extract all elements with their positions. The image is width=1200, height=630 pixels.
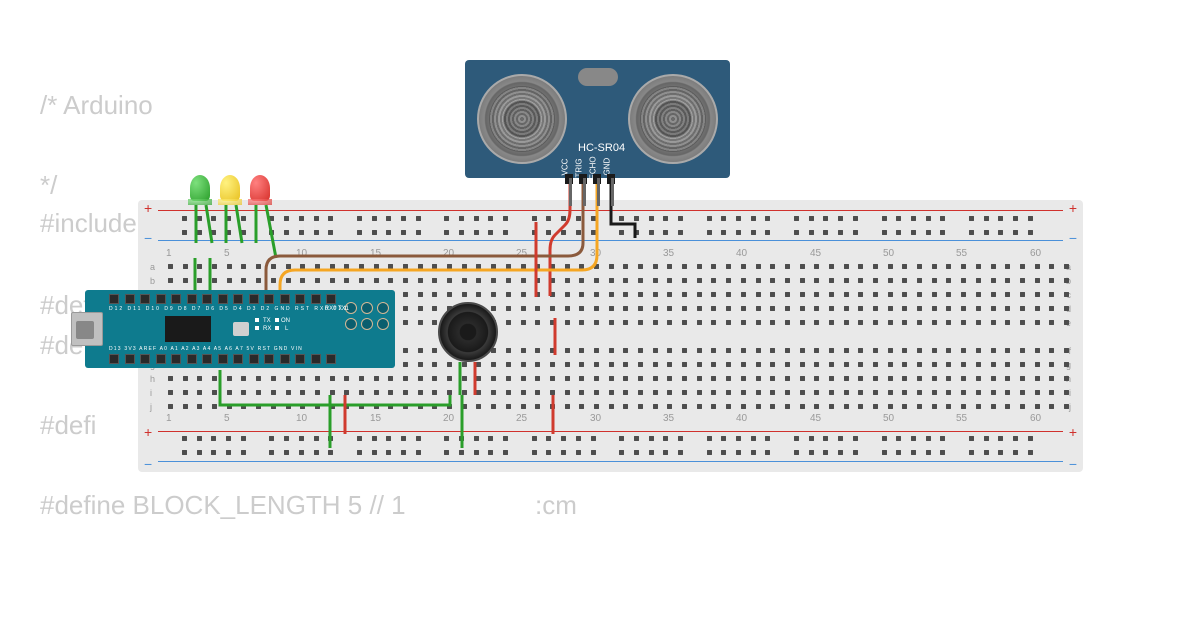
led-green[interactable]: [190, 175, 210, 201]
col-35: 35: [663, 248, 674, 259]
col-15b: 15: [370, 413, 381, 424]
pin-vcc-label: VCC: [561, 159, 570, 176]
col-60: 60: [1030, 248, 1041, 259]
row-i-r: i: [1069, 388, 1071, 398]
col-5: 5: [224, 248, 230, 259]
rail-plus-top: +: [144, 200, 152, 216]
col-45: 45: [810, 248, 821, 259]
rail-plus-bot-r: +: [1069, 424, 1077, 440]
transducer-left: [477, 74, 567, 164]
row-a: a: [150, 262, 155, 272]
col-45b: 45: [810, 413, 821, 424]
led-red[interactable]: [250, 175, 270, 201]
nano-rx-label: RX: [263, 326, 271, 332]
col-50b: 50: [883, 413, 894, 424]
col-25: 25: [516, 248, 527, 259]
col-40b: 40: [736, 413, 747, 424]
reset-button[interactable]: [233, 322, 249, 336]
nano-tx-label: TX: [263, 318, 271, 324]
col-10b: 10: [296, 413, 307, 424]
rail-plus-top-r: +: [1069, 200, 1077, 216]
col-55b: 55: [956, 413, 967, 424]
usb-connector: [71, 312, 103, 346]
nano-mounting-holes: [345, 302, 389, 330]
row-j: j: [150, 402, 152, 412]
transducer-right: [628, 74, 718, 164]
nano-on-label: ON: [281, 318, 290, 324]
col-20b: 20: [443, 413, 454, 424]
led-yellow[interactable]: [220, 175, 240, 201]
row-j-r: j: [1069, 402, 1071, 412]
col-35b: 35: [663, 413, 674, 424]
col-50: 50: [883, 248, 894, 259]
crystal: [578, 68, 618, 86]
code-define4b: :cm: [535, 490, 577, 521]
row-b: b: [150, 276, 155, 286]
col-1b: 1: [166, 413, 172, 424]
sensor-model-label: HC-SR04: [578, 142, 625, 154]
code-comment-end: */: [40, 170, 57, 201]
col-55: 55: [956, 248, 967, 259]
row-i: i: [150, 388, 152, 398]
nano-top-pin-labels: D12 D11 D10 D9 D8 D7 D6 D5 D4 D3 D2 GND …: [109, 306, 349, 312]
col-30: 30: [590, 248, 601, 259]
col-20: 20: [443, 248, 454, 259]
col-10: 10: [296, 248, 307, 259]
arduino-nano[interactable]: D12 D11 D10 D9 D8 D7 D6 D5 D4 D3 D2 GND …: [85, 290, 395, 368]
buzzer[interactable]: [438, 302, 498, 362]
code-define3: #defi: [40, 410, 96, 441]
col-40: 40: [736, 248, 747, 259]
nano-bottom-pin-labels: D13 3V3 AREF A0 A1 A2 A3 A4 A5 A6 A7 5V …: [109, 346, 303, 352]
code-comment: /* Arduino: [40, 90, 153, 121]
code-define4: #define BLOCK_LENGTH 5 // 1: [40, 490, 406, 521]
rail-minus-bot-r: −: [1069, 456, 1077, 472]
nano-l-label: L: [285, 326, 288, 332]
col-15: 15: [370, 248, 381, 259]
col-5b: 5: [224, 413, 230, 424]
ultrasonic-sensor[interactable]: HC-SR04 VCC TRIG ECHO GND: [465, 60, 730, 178]
row-h: h: [150, 374, 155, 384]
col-25b: 25: [516, 413, 527, 424]
rail-minus-bot: −: [144, 456, 152, 472]
col-1: 1: [166, 248, 172, 259]
rail-plus-bot: +: [144, 424, 152, 440]
nano-pins-bottom: [109, 354, 336, 364]
nano-pins-top: [109, 294, 336, 304]
nano-serial-label: RX0 TX1: [325, 306, 349, 312]
col-60b: 60: [1030, 413, 1041, 424]
col-30b: 30: [590, 413, 601, 424]
rail-minus-top-r: −: [1069, 230, 1077, 246]
microcontroller-chip: [165, 316, 211, 342]
pin-gnd-label: GND: [603, 158, 612, 176]
rail-minus-top: −: [144, 230, 152, 246]
